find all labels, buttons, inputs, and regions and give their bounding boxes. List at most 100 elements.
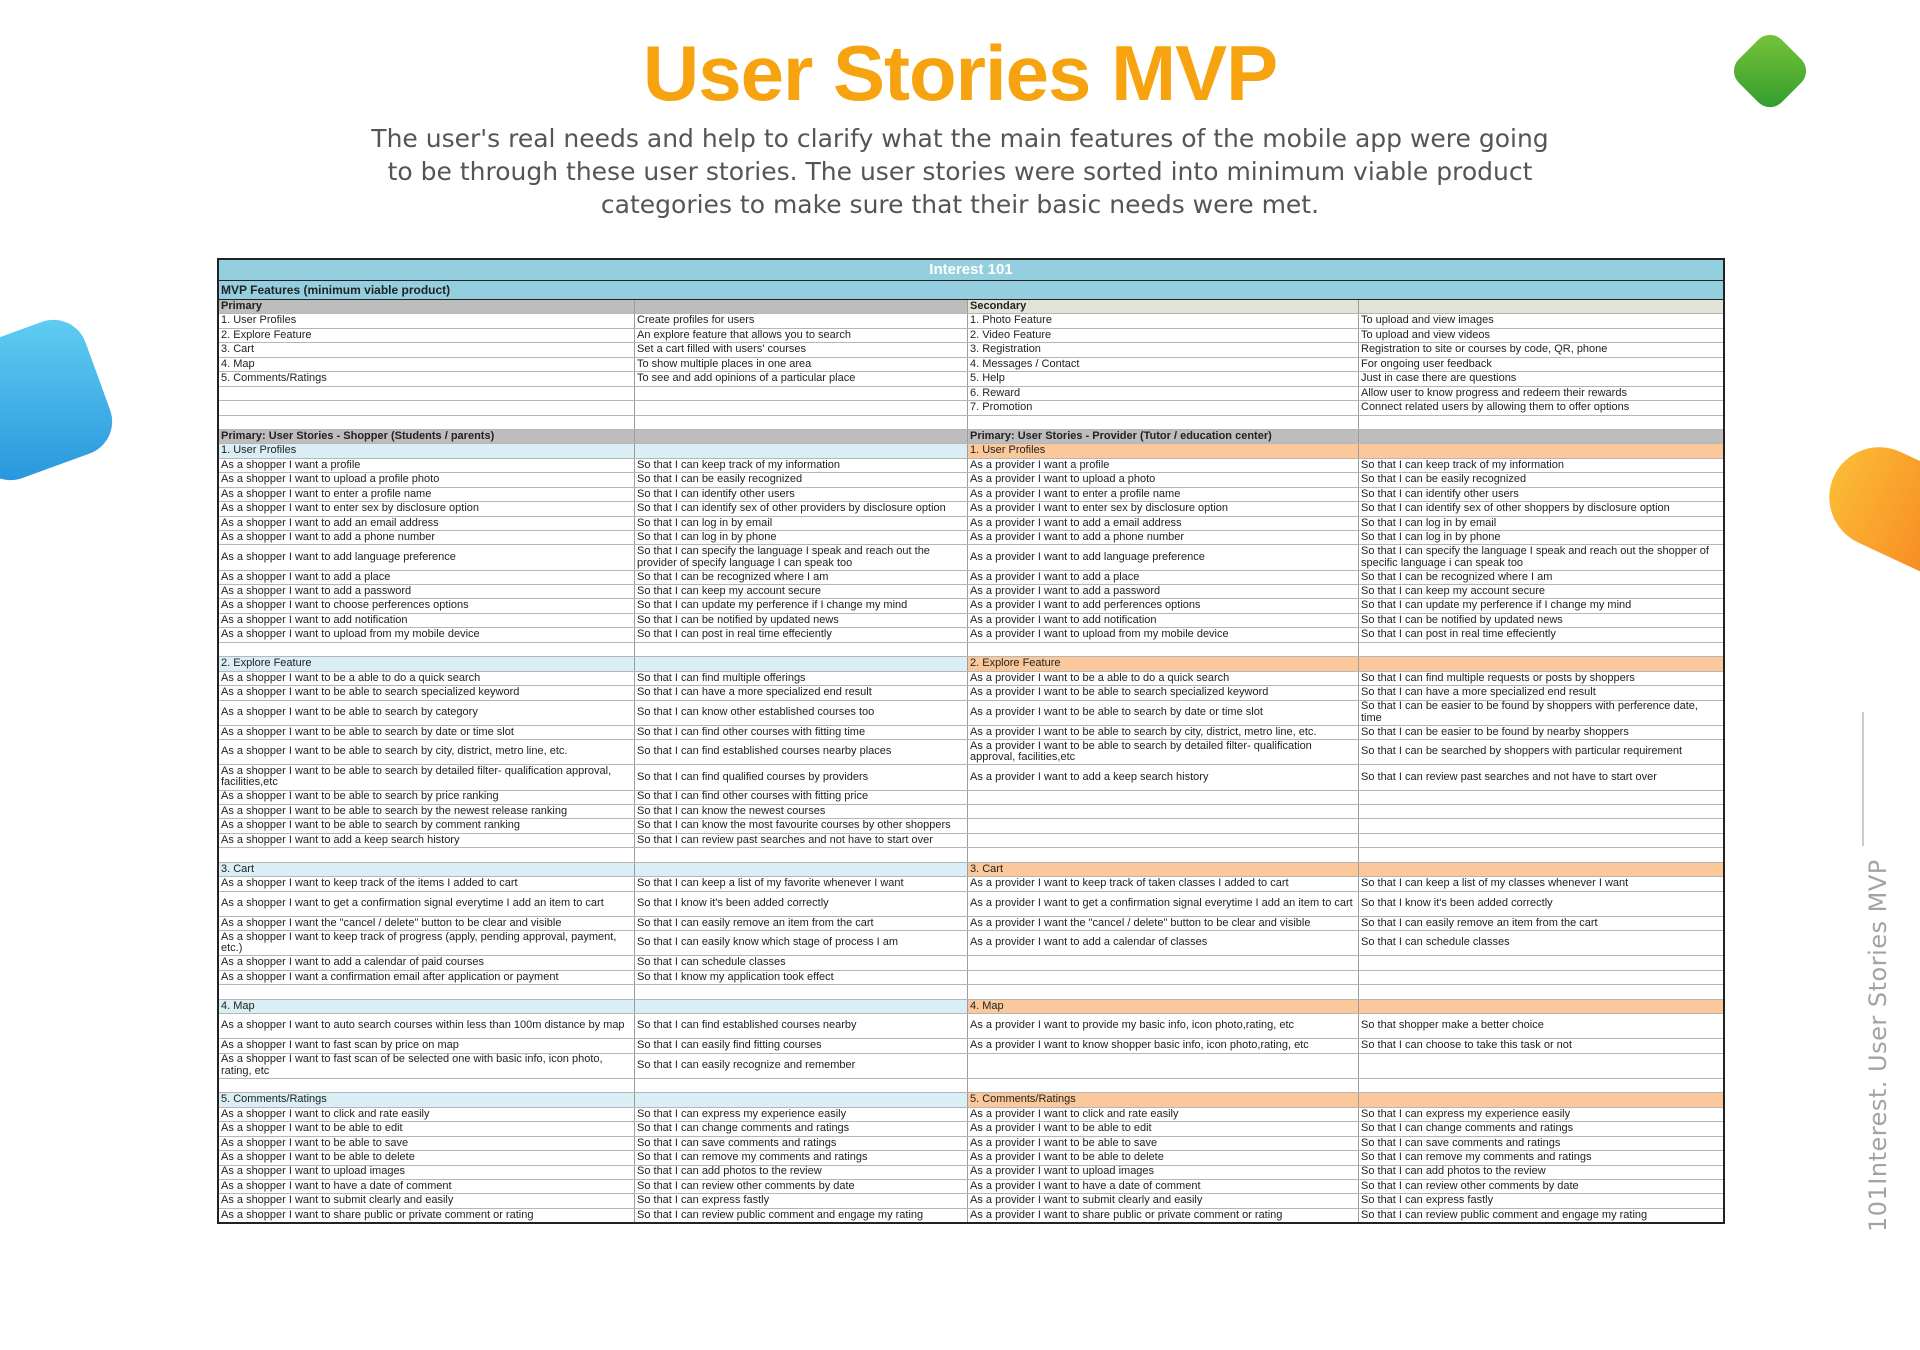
table-cell: As a shopper I want to add a password	[219, 585, 635, 599]
table-cell: 4. Messages / Contact	[968, 357, 1359, 372]
table-cell: So that I can keep track of my informati…	[635, 458, 968, 473]
table-cell: So that I can easily find fitting course…	[635, 1039, 968, 1053]
table-cell: So that I can review other comments by d…	[635, 1179, 968, 1194]
table-cell: As a provider I want to share public or …	[968, 1208, 1359, 1223]
table-cell	[968, 642, 1359, 657]
table-cell	[635, 848, 968, 862]
table-cell: Primary: User Stories - Provider (Tutor …	[968, 429, 1359, 444]
table-cell: As a provider I want to be able to searc…	[968, 740, 1359, 765]
table-cell: As a shopper I want to keep track of the…	[219, 877, 635, 891]
table-row: As a shopper I want to be able to edit So…	[219, 1122, 1723, 1137]
table-cell: So that I can update my perference if I …	[1361, 599, 1632, 612]
table-cell: As a shopper I want to fast scan by pric…	[219, 1039, 635, 1053]
orange-rounded-shape-decoration	[1812, 430, 1920, 594]
table-cell: So that I can easily recognize and remem…	[635, 1053, 968, 1078]
table-cell: So that I can find multiple requests or …	[1361, 671, 1635, 684]
table-cell: 6. Reward	[968, 386, 1359, 401]
table-cell: So that I can be recognized where I am	[1361, 570, 1553, 583]
table-cell: As a shopper I want to add a place	[219, 570, 635, 585]
table-row	[219, 415, 1723, 430]
table-cell	[1359, 956, 1723, 969]
table-cell: So that I can review other comments by d…	[1361, 1179, 1579, 1192]
table-cell: As a shopper I want to have a date of co…	[219, 1179, 635, 1194]
table-cell	[1359, 971, 1723, 984]
blue-rounded-square-decoration	[0, 310, 122, 490]
table-cell	[1359, 848, 1723, 861]
table-row: 1. User Profiles 1. User Profiles	[219, 444, 1723, 459]
table-row: As a shopper I want to be able to search…	[219, 740, 1723, 766]
table-row: As a shopper I want to submit clearly an…	[219, 1194, 1723, 1209]
table-cell: 4. Map	[968, 999, 1359, 1014]
table-cell	[968, 956, 1359, 970]
table-row: As a shopper I want to upload from my mo…	[219, 628, 1723, 643]
table-row: As a shopper I want to upload images So t…	[219, 1165, 1723, 1180]
table-row: 3. Cart Set a cart filled with users' cou…	[219, 343, 1723, 358]
table-cell	[219, 401, 635, 415]
table-cell: So that I can identify sex of other shop…	[1361, 502, 1670, 515]
table-cell	[1359, 1079, 1723, 1092]
table-cell: So that I can keep track of my informati…	[1361, 458, 1564, 471]
table-cell: So that I can find established courses n…	[635, 1014, 968, 1039]
table-cell	[968, 790, 1359, 804]
table-row: As a shopper I want to add a phone numbe…	[219, 531, 1723, 546]
table-cell: As a provider I want to know shopper bas…	[968, 1039, 1359, 1053]
table-cell: So that I can find multiple offerings	[635, 671, 968, 686]
side-caption: 101Interest. User Stories MVP	[1864, 859, 1892, 1232]
table-cell: As a provider I want to add perferences …	[968, 599, 1359, 613]
table-row: 4. Map To show multiple places in one are…	[219, 357, 1723, 373]
table-cell: As a shopper I want to be able to search…	[219, 725, 635, 740]
table-cell: As a provider I want to add a keep searc…	[968, 765, 1359, 790]
table-row: 1. User Profiles Create profiles for user…	[219, 314, 1723, 329]
table-cell: For ongoing user feedback	[1361, 357, 1492, 370]
table-cell: So that I can add photos to the review	[1361, 1165, 1546, 1178]
table-cell	[219, 642, 635, 657]
table-cell: 2. Explore Feature	[968, 657, 1359, 671]
table-cell: So that I can easily remove an item from…	[635, 916, 968, 931]
table-cell	[1359, 300, 1723, 314]
table-cell: As a provider I want to add a email addr…	[968, 516, 1359, 530]
table-row: As a shopper I want to add a place So tha…	[219, 570, 1723, 586]
table-cell: So that I can be easily recognized	[1361, 473, 1527, 486]
table-cell	[968, 415, 1359, 429]
table-row	[219, 642, 1723, 658]
table-cell: 5. Comments/Ratings	[968, 1093, 1359, 1107]
table-cell	[635, 657, 968, 671]
table-cell: As a shopper I want to auto search cours…	[219, 1014, 635, 1039]
table-cell: As a provider I want to submit clearly a…	[968, 1194, 1359, 1208]
table-cell: So that I can be easily recognized	[635, 473, 968, 487]
table-cell: 5. Comments/Ratings	[219, 372, 635, 386]
table-cell: So that I can save comments and ratings	[1361, 1136, 1561, 1149]
table-cell	[1359, 805, 1723, 818]
table-cell	[635, 985, 968, 999]
table-cell	[635, 1093, 968, 1107]
table-cell: So that I can identify other users	[635, 487, 968, 502]
table-cell: 2. Video Feature	[968, 328, 1359, 343]
user-stories-spreadsheet: Interest 101 MVP Features (minimum viabl…	[217, 258, 1725, 1224]
table-cell	[1359, 985, 1723, 998]
table-cell: As a shopper I want to be able to search…	[219, 804, 635, 819]
table-cell: So that I can save comments and ratings	[635, 1136, 968, 1151]
table-cell: Create profiles for users	[635, 314, 968, 328]
table-cell	[635, 386, 968, 401]
table-row: As a shopper I want to share public or p…	[219, 1208, 1723, 1223]
table-cell	[635, 642, 968, 657]
table-cell: So that I can easily remove an item from…	[1361, 916, 1598, 929]
table-cell	[1359, 791, 1723, 804]
table-cell: 3. Cart	[219, 862, 635, 877]
table-cell: As a shopper I want to add a calendar of…	[219, 956, 635, 970]
table-cell: 3. Registration	[968, 343, 1359, 357]
table-cell	[219, 386, 635, 401]
table-cell: To upload and view videos	[1361, 328, 1491, 341]
table-cell: To upload and view images	[1361, 314, 1494, 327]
table-cell: So that shopper make a better choice	[1361, 1019, 1544, 1032]
table-cell: As a shopper I want to submit clearly an…	[219, 1194, 635, 1208]
table-cell: As a provider I want to add notification	[968, 613, 1359, 628]
table-cell: So that I can find other courses with fi…	[635, 790, 968, 804]
table-row: 5. Comments/Ratings 5. Comments/Ratings	[219, 1093, 1723, 1108]
table-cell: So that I can specify the language I spe…	[635, 545, 968, 570]
table-cell: So that I can change comments and rating…	[635, 1122, 968, 1136]
table-cell: As a shopper I want to add a keep search…	[219, 833, 635, 848]
table-cell: As a shopper I want to keep track of pro…	[219, 931, 635, 956]
table-cell: As a shopper I want to be able to edit	[219, 1122, 635, 1136]
table-cell: So that I can schedule classes	[635, 956, 968, 970]
